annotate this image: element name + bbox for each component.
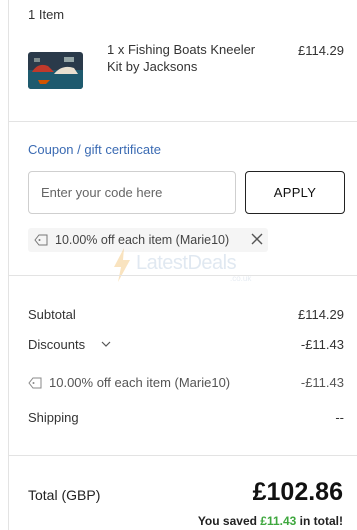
tag-icon bbox=[28, 377, 42, 389]
discount-detail-row: 10.00% off each item (Marie10) -£11.43 bbox=[28, 375, 346, 393]
divider bbox=[9, 275, 357, 276]
lightning-icon bbox=[114, 248, 130, 282]
subtotal-label: Subtotal bbox=[28, 307, 76, 322]
remove-coupon-icon[interactable] bbox=[250, 232, 264, 246]
savings-amount: £11.43 bbox=[260, 514, 297, 528]
applied-coupon-label: 10.00% off each item (Marie10) bbox=[55, 233, 230, 247]
divider bbox=[9, 121, 357, 122]
shipping-label: Shipping bbox=[28, 410, 79, 425]
savings-suffix: in total! bbox=[296, 514, 343, 528]
subtotal-value: £114.29 bbox=[297, 307, 344, 322]
subtotal-row: Subtotal £114.29 bbox=[28, 307, 346, 325]
shipping-row: Shipping -- bbox=[28, 410, 346, 428]
discounts-value: -£11.43 bbox=[300, 337, 344, 352]
tag-icon bbox=[34, 234, 48, 246]
product-thumbnail bbox=[28, 52, 83, 89]
coupon-section-title[interactable]: Coupon / gift certificate bbox=[28, 142, 161, 157]
product-price: £114.29 bbox=[297, 43, 344, 58]
watermark-text: LatestDeals bbox=[136, 252, 237, 274]
discount-detail-label: 10.00% off each item (Marie10) bbox=[49, 375, 231, 390]
chevron-down-icon[interactable] bbox=[101, 339, 111, 349]
savings-prefix: You saved bbox=[197, 514, 261, 528]
apply-coupon-button[interactable]: APPLY bbox=[245, 171, 345, 214]
total-label: Total (GBP) bbox=[28, 487, 101, 503]
coupon-code-input[interactable] bbox=[28, 171, 236, 214]
savings-message: You saved £11.43 in total! bbox=[198, 514, 343, 528]
cart-line-item: 1 x Fishing Boats Kneeler Kit by Jackson… bbox=[28, 38, 346, 98]
shipping-value: -- bbox=[335, 410, 344, 425]
item-count: 1 Item bbox=[28, 7, 65, 22]
divider bbox=[9, 455, 357, 456]
order-summary-panel: 1 Item 1 x Fishing Boats Kneeler Kit by … bbox=[8, 0, 357, 530]
product-image bbox=[28, 52, 83, 89]
total-value: £102.86 bbox=[252, 478, 343, 506]
discounts-row[interactable]: Discounts -£11.43 bbox=[28, 337, 346, 355]
discounts-label[interactable]: Discounts bbox=[28, 337, 85, 352]
discount-detail-value: -£11.43 bbox=[300, 375, 344, 390]
watermark-logo: LatestDeals .co.uk bbox=[112, 248, 282, 288]
product-name[interactable]: 1 x Fishing Boats Kneeler Kit by Jackson… bbox=[107, 41, 267, 75]
